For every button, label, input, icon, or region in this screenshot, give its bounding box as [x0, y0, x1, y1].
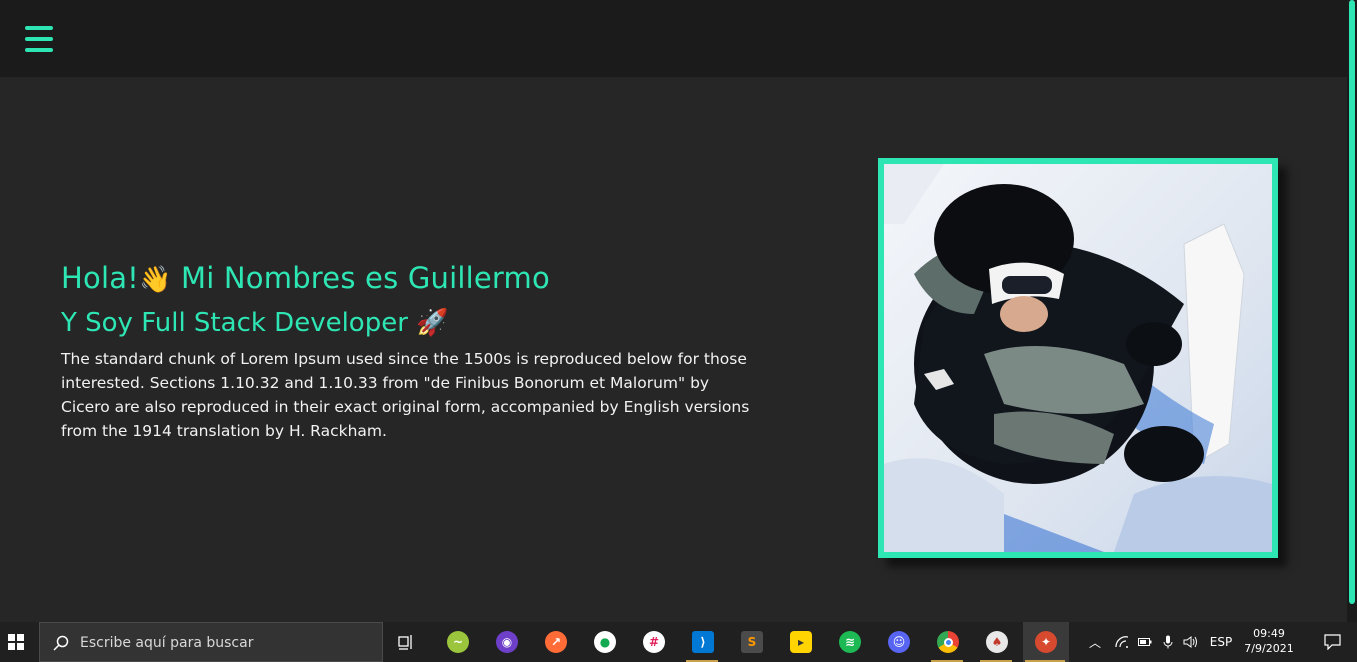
discord-icon: ☺ [888, 631, 910, 653]
taskbar-search-box[interactable]: Escribe aquí para buscar [39, 622, 383, 662]
profile-photo [878, 158, 1278, 558]
windows-taskbar: Escribe aquí para buscar ~ ◉ ↗ ● # ⟩ S ▸… [0, 622, 1357, 662]
github-desktop-icon: ◉ [496, 631, 518, 653]
search-placeholder: Escribe aquí para buscar [80, 635, 254, 651]
hamburger-menu-icon[interactable] [25, 26, 53, 52]
taskbar-app-vscode[interactable]: ⟩ [680, 622, 724, 662]
role-text: Y Soy Full Stack Developer [61, 308, 417, 338]
language-label: ESP [1209, 635, 1233, 649]
taskbar-app-ninja[interactable]: ✦ [1023, 622, 1069, 662]
taskbar-app-discord[interactable]: ☺ [876, 622, 920, 662]
taskbar-app-sublime[interactable]: S [729, 622, 773, 662]
scrollbar-thumb[interactable] [1349, 0, 1355, 604]
task-view-icon [398, 635, 412, 650]
greeting-text: Hola! [61, 261, 140, 295]
page-scrollbar[interactable] [1347, 0, 1357, 622]
taskbar-app-spotify[interactable]: ≋ [827, 622, 871, 662]
web-page: Hola!👋 Mi Nombres es Guillermo Y Soy Ful… [0, 0, 1347, 622]
network-icon[interactable] [1112, 622, 1132, 662]
chameleon-app-icon: ~ [447, 631, 469, 653]
system-clock[interactable]: 09:49 7/9/2021 [1240, 622, 1298, 662]
taskbar-app-postman[interactable]: ↗ [533, 622, 577, 662]
rocket-emoji: 🚀 [416, 308, 449, 338]
hero-bio: The standard chunk of Lorem Ipsum used s… [61, 350, 750, 440]
microphone-icon[interactable] [1158, 622, 1178, 662]
chrome-icon [937, 631, 959, 653]
start-button[interactable] [0, 622, 34, 662]
sublime-text-icon: S [741, 631, 763, 653]
task-view-button[interactable] [384, 622, 428, 662]
ninja-app-icon: ✦ [1035, 631, 1057, 653]
taskbar-app-mushroom[interactable]: ♠ [974, 622, 1018, 662]
notification-icon [1324, 634, 1341, 650]
greeting-name-text: Mi Nombres es Guillermo [171, 261, 550, 295]
taskbar-app-notes[interactable]: ▸ [778, 622, 822, 662]
hero-greeting: Hola!👋 Mi Nombres es Guillermo [61, 258, 751, 300]
hero-text: Hola!👋 Mi Nombres es Guillermo Y Soy Ful… [61, 258, 751, 443]
postman-icon: ↗ [545, 631, 567, 653]
taskbar-app-mongodb[interactable]: ● [582, 622, 626, 662]
clock-date: 7/9/2021 [1244, 642, 1294, 655]
input-language[interactable]: ESP [1207, 622, 1235, 662]
mushroom-app-icon: ♠ [986, 631, 1008, 653]
windows-logo-icon [8, 634, 24, 650]
mongodb-compass-icon: ● [594, 631, 616, 653]
taskbar-app-chrome[interactable] [925, 622, 969, 662]
vscode-icon: ⟩ [692, 631, 714, 653]
hero-role: Y Soy Full Stack Developer 🚀 [61, 301, 751, 345]
battery-icon[interactable] [1135, 622, 1155, 662]
taskbar-app-github[interactable]: ◉ [484, 622, 528, 662]
spotify-icon: ≋ [839, 631, 861, 653]
show-hidden-icons-button[interactable]: ︿ [1085, 622, 1105, 662]
waving-hand-emoji: 👋 [139, 265, 172, 295]
clock-time: 09:49 [1253, 627, 1285, 640]
action-center-button[interactable] [1312, 622, 1352, 662]
chevron-up-icon: ︿ [1088, 635, 1101, 650]
volume-icon[interactable] [1180, 622, 1202, 662]
notes-app-icon: ▸ [790, 631, 812, 653]
taskbar-app-chameleon[interactable]: ~ [435, 622, 479, 662]
search-icon [53, 635, 69, 651]
slack-icon: # [643, 631, 665, 653]
top-navbar [0, 0, 1347, 77]
taskbar-app-slack[interactable]: # [631, 622, 675, 662]
